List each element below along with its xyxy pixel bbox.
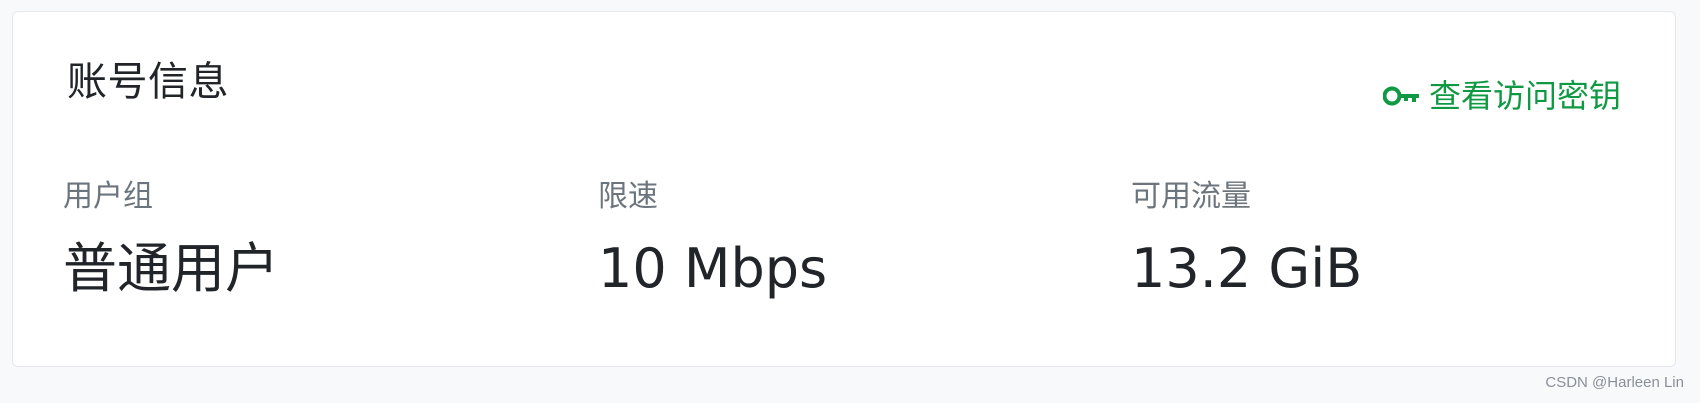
stat-label: 限速 [598, 179, 658, 214]
card-title: 账号信息 [67, 59, 229, 105]
view-access-key-label: 查看访问密钥 [1428, 77, 1621, 115]
stat-speed-limit: 限速 10 Mbps [598, 182, 827, 296]
stat-user-group: 用户组 普通用户 [63, 182, 279, 296]
account-info-card: 账号信息 查看访问密钥 用户组 普通用户 限速 10 Mbps 可用流量 13.… [12, 11, 1676, 367]
stat-label: 可用流量 [1131, 179, 1251, 214]
stat-label: 用户组 [63, 179, 153, 214]
watermark: CSDN @Harleen Lin [1545, 374, 1684, 391]
stat-value: 普通用户 [63, 237, 279, 300]
key-icon [1382, 86, 1419, 106]
stat-available-traffic: 可用流量 13.2 GiB [1131, 182, 1362, 296]
stat-value: 13.2 GiB [1131, 237, 1363, 300]
stat-value: 10 Mbps [598, 237, 828, 300]
view-access-key-link[interactable]: 查看访问密钥 [1382, 77, 1621, 115]
